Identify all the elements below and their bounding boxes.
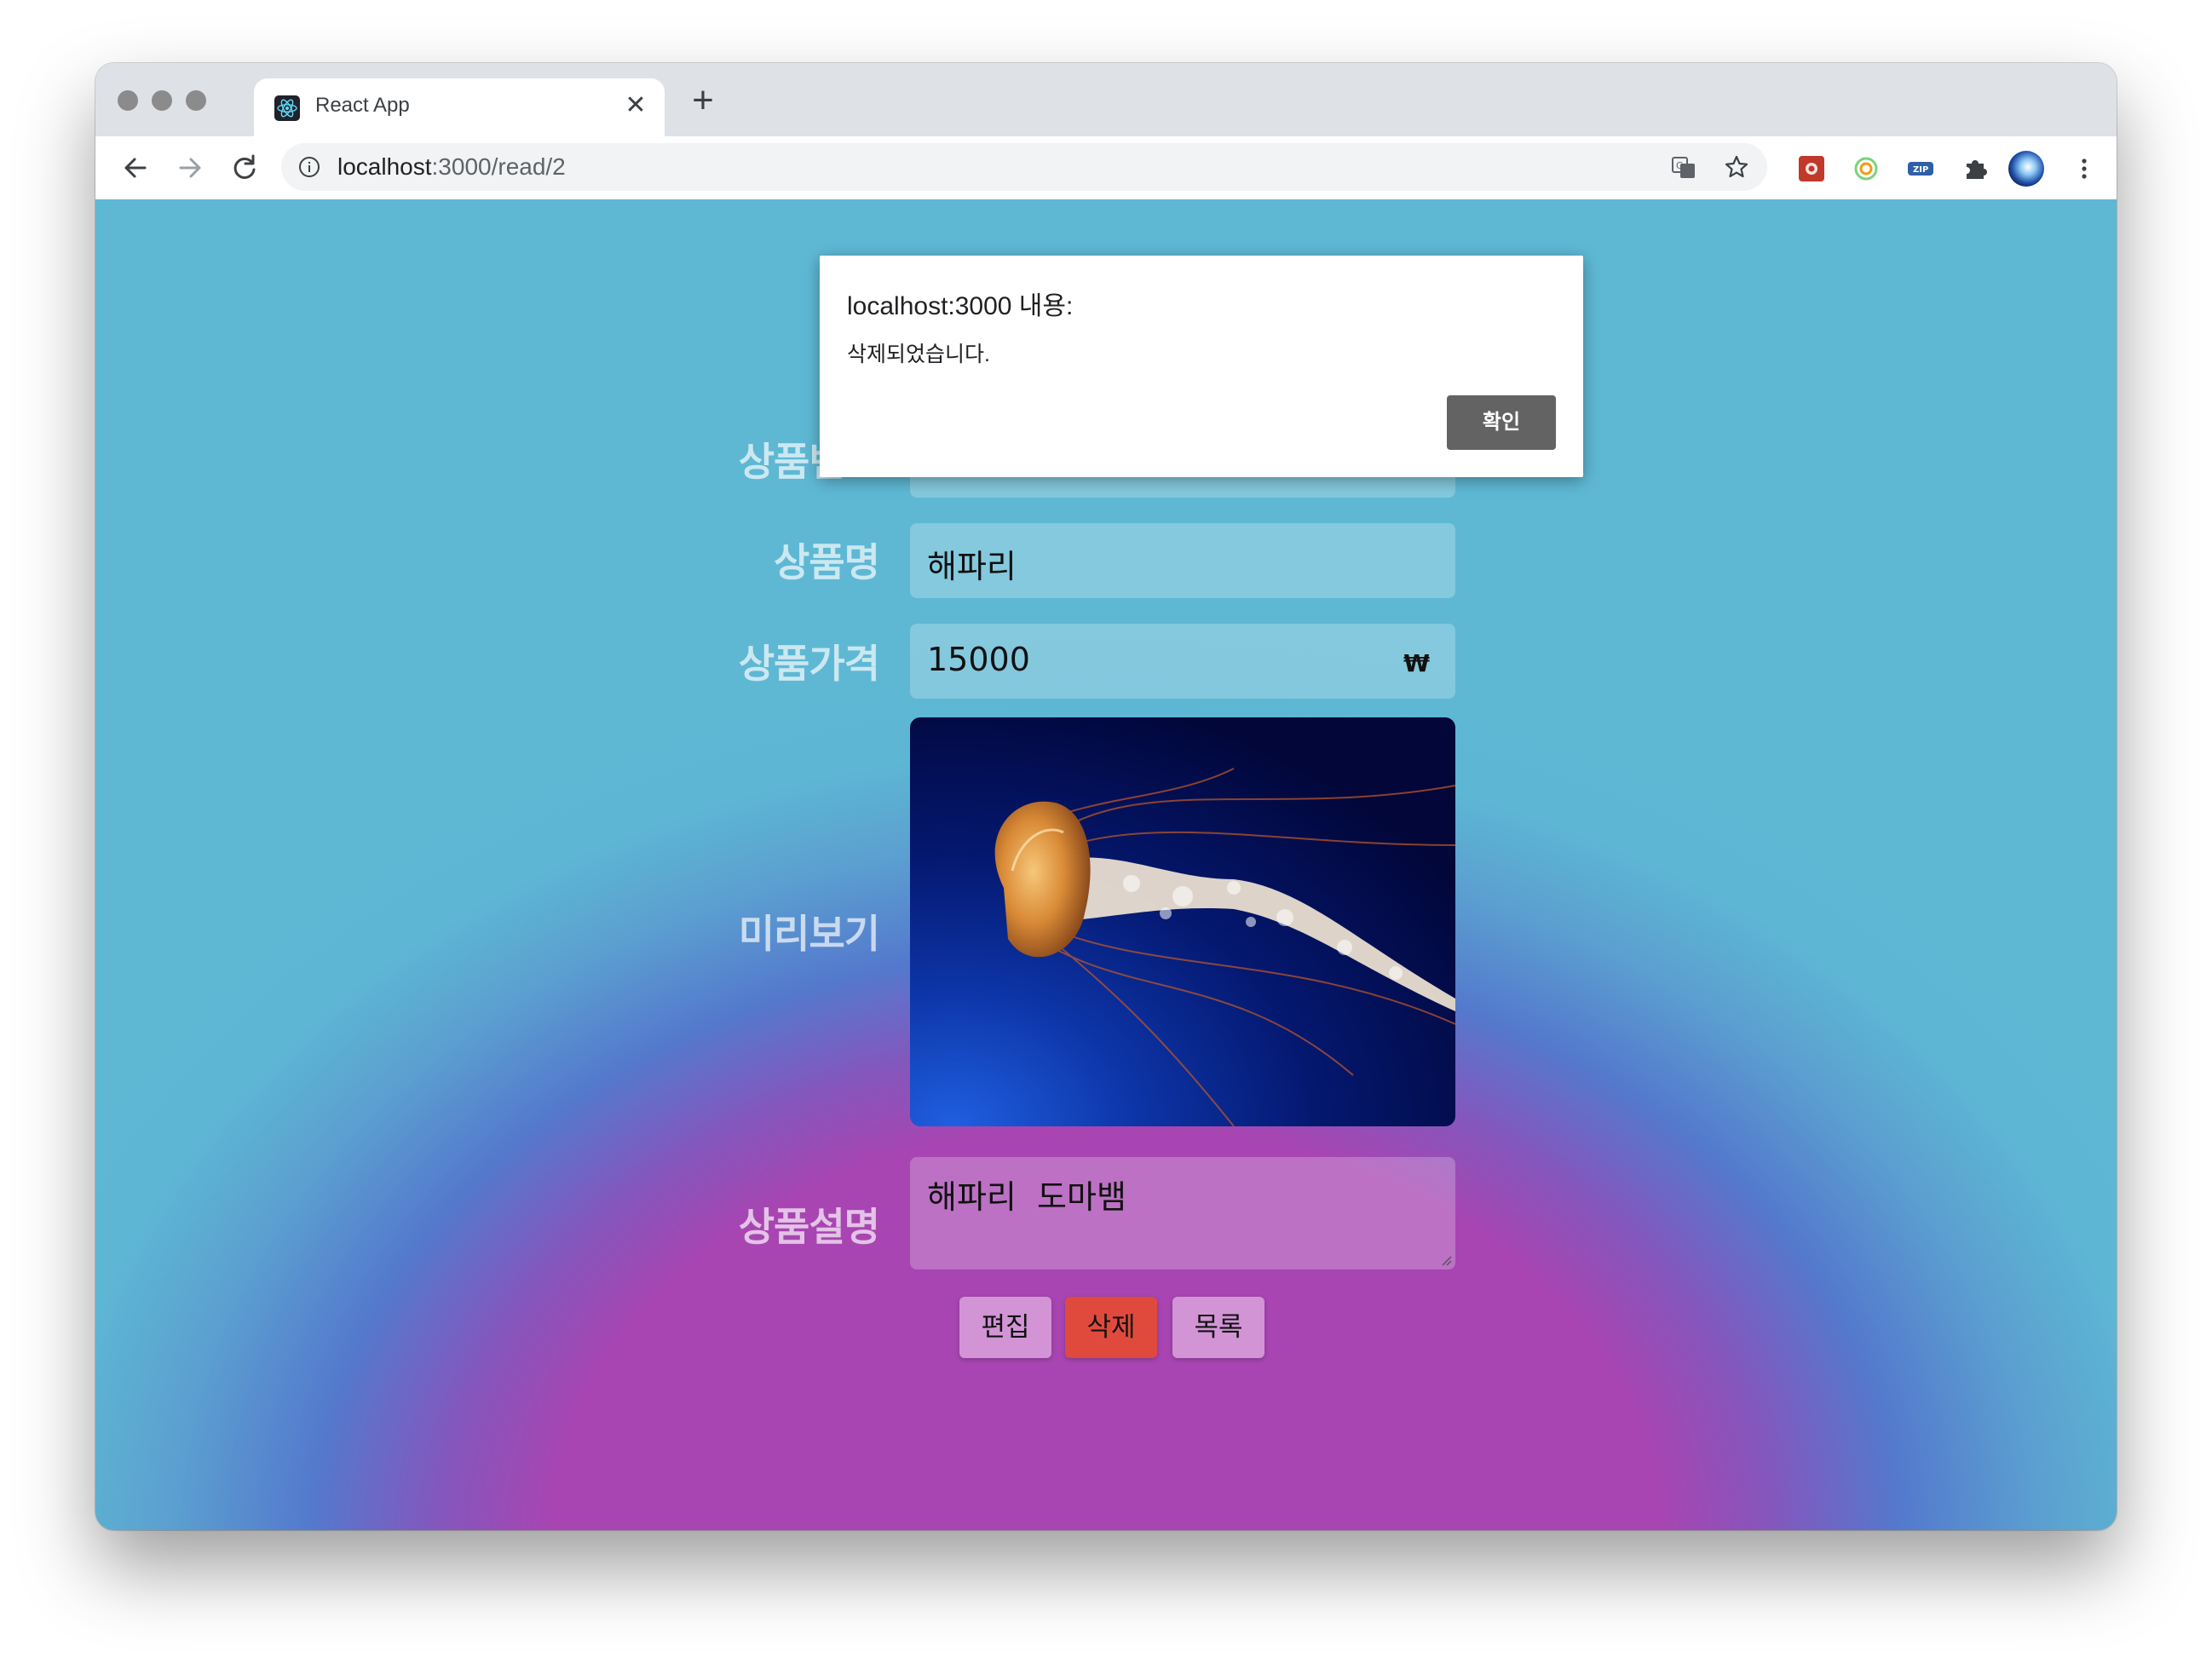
product-price-label: 상품가격 [738,641,880,687]
profile-avatar-icon[interactable] [2008,150,2045,187]
delete-button[interactable]: 삭제 [1065,1297,1157,1358]
dialog-title: localhost:3000 내용: [847,292,1074,320]
back-arrow-icon[interactable] [114,147,157,189]
url-path: :3000/read/2 [431,153,566,180]
bookmark-star-icon[interactable] [1723,153,1750,181]
tab-close-icon[interactable]: ✕ [619,89,653,123]
new-tab-icon[interactable]: + [683,82,723,119]
extension-ring-icon[interactable] [1852,155,1880,182]
description-textarea[interactable]: 해파리 도마뱀 [910,1157,1455,1269]
product-price-value: 15000 [927,641,1030,678]
extensions-puzzle-icon[interactable] [1961,155,1989,182]
window-minimize-dot[interactable] [152,90,172,111]
dialog-ok-button[interactable]: 확인 [1447,395,1556,450]
won-currency-icon: ₩ [1403,649,1430,677]
resize-grip-icon[interactable] [1440,1254,1452,1266]
tab-react-app[interactable]: React App ✕ [254,78,665,138]
description-label: 상품설명 [738,1204,880,1250]
forward-arrow-icon[interactable] [169,147,211,189]
description-value: 해파리 도마뱀 [927,1178,1126,1216]
svg-text:G: G [1676,160,1684,171]
product-preview-image [910,717,1455,1126]
reload-icon[interactable] [223,147,266,189]
site-info-icon[interactable] [298,156,320,178]
alert-dialog: localhost:3000 내용: 삭제되었습니다. 확인 [820,256,1583,477]
more-menu-icon[interactable] [2071,155,2098,182]
product-name-label: 상품명 [774,539,880,585]
edit-button[interactable]: 편집 [959,1297,1051,1358]
dialog-message: 삭제되었습니다. [847,343,990,366]
tab-bar: React App ✕ + [95,63,2117,138]
preview-label: 미리보기 [738,911,880,957]
window-zoom-dot[interactable] [186,90,206,111]
tab-title: React App [315,94,410,117]
browser-window: React App ✕ + localhost:3000/read/2 G ZI… [95,63,2117,1530]
list-button[interactable]: 목록 [1172,1297,1264,1358]
jellyfish-image [910,717,1455,1126]
browser-toolbar: localhost:3000/read/2 G ZIP [95,136,2117,200]
url-host: localhost [337,153,432,180]
react-logo-icon [274,95,300,121]
zip-extension-icon[interactable]: ZIP [1907,155,1934,182]
product-name-field[interactable]: 해파리 [910,523,1455,598]
address-bar[interactable]: localhost:3000/read/2 G [281,143,1767,191]
window-close-dot[interactable] [118,90,138,111]
product-price-field[interactable]: 15000 ₩ [910,624,1455,699]
extension-red-icon[interactable] [1798,155,1825,182]
translate-icon[interactable]: G [1670,153,1697,181]
url-text[interactable]: localhost:3000/read/2 [337,153,566,181]
svg-text:ZIP: ZIP [1913,165,1928,175]
